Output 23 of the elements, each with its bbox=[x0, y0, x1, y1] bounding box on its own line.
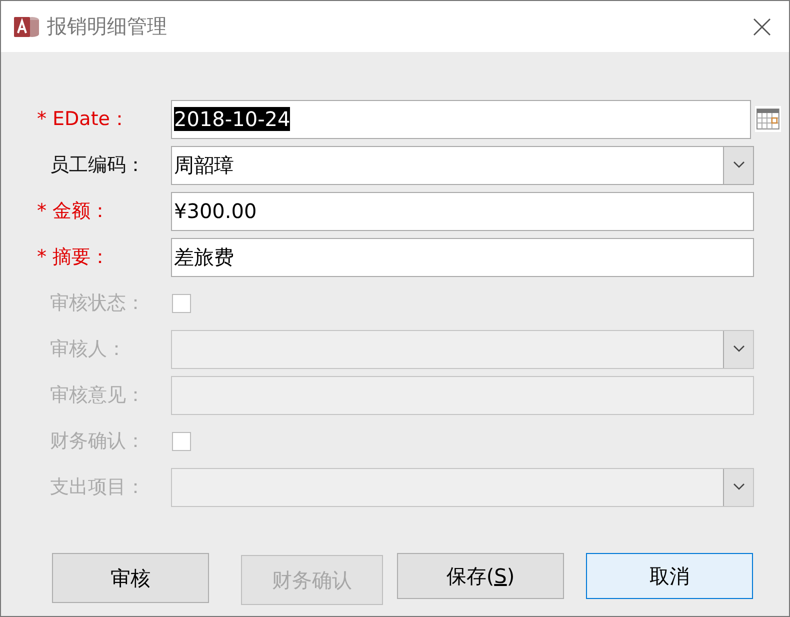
field-label: 审核人： bbox=[50, 337, 126, 362]
field-label: * 摘要： bbox=[37, 245, 110, 270]
field-label: 审核状态： bbox=[50, 291, 145, 316]
dropdown-field[interactable]: 周韶璋 bbox=[171, 146, 754, 184]
app-icon bbox=[13, 14, 41, 38]
field-label: 财务确认： bbox=[50, 429, 145, 454]
field-label: 员工编码： bbox=[50, 153, 145, 178]
dropdown-field[interactable] bbox=[171, 468, 754, 506]
text-field[interactable]: 2018-10-24 bbox=[171, 100, 752, 138]
field-label: 审核意见： bbox=[50, 383, 145, 408]
calendar-icon[interactable] bbox=[755, 106, 781, 132]
window-title: 报销明细管理 bbox=[47, 13, 168, 40]
field-label: * EDate： bbox=[37, 107, 129, 132]
dialog-button[interactable]: 取消 bbox=[586, 553, 753, 599]
field-label: 支出项目： bbox=[50, 475, 145, 500]
dialog-button[interactable]: 审核 bbox=[52, 553, 209, 603]
text-field[interactable]: 差旅费 bbox=[171, 238, 754, 276]
dropdown-field[interactable] bbox=[171, 330, 754, 368]
field-label: * 金额： bbox=[37, 199, 110, 224]
close-icon[interactable] bbox=[753, 18, 771, 36]
text-field[interactable]: ¥300.00 bbox=[171, 192, 754, 230]
dialog-button[interactable]: 保存(S) bbox=[397, 553, 564, 599]
text-field[interactable] bbox=[171, 376, 754, 414]
